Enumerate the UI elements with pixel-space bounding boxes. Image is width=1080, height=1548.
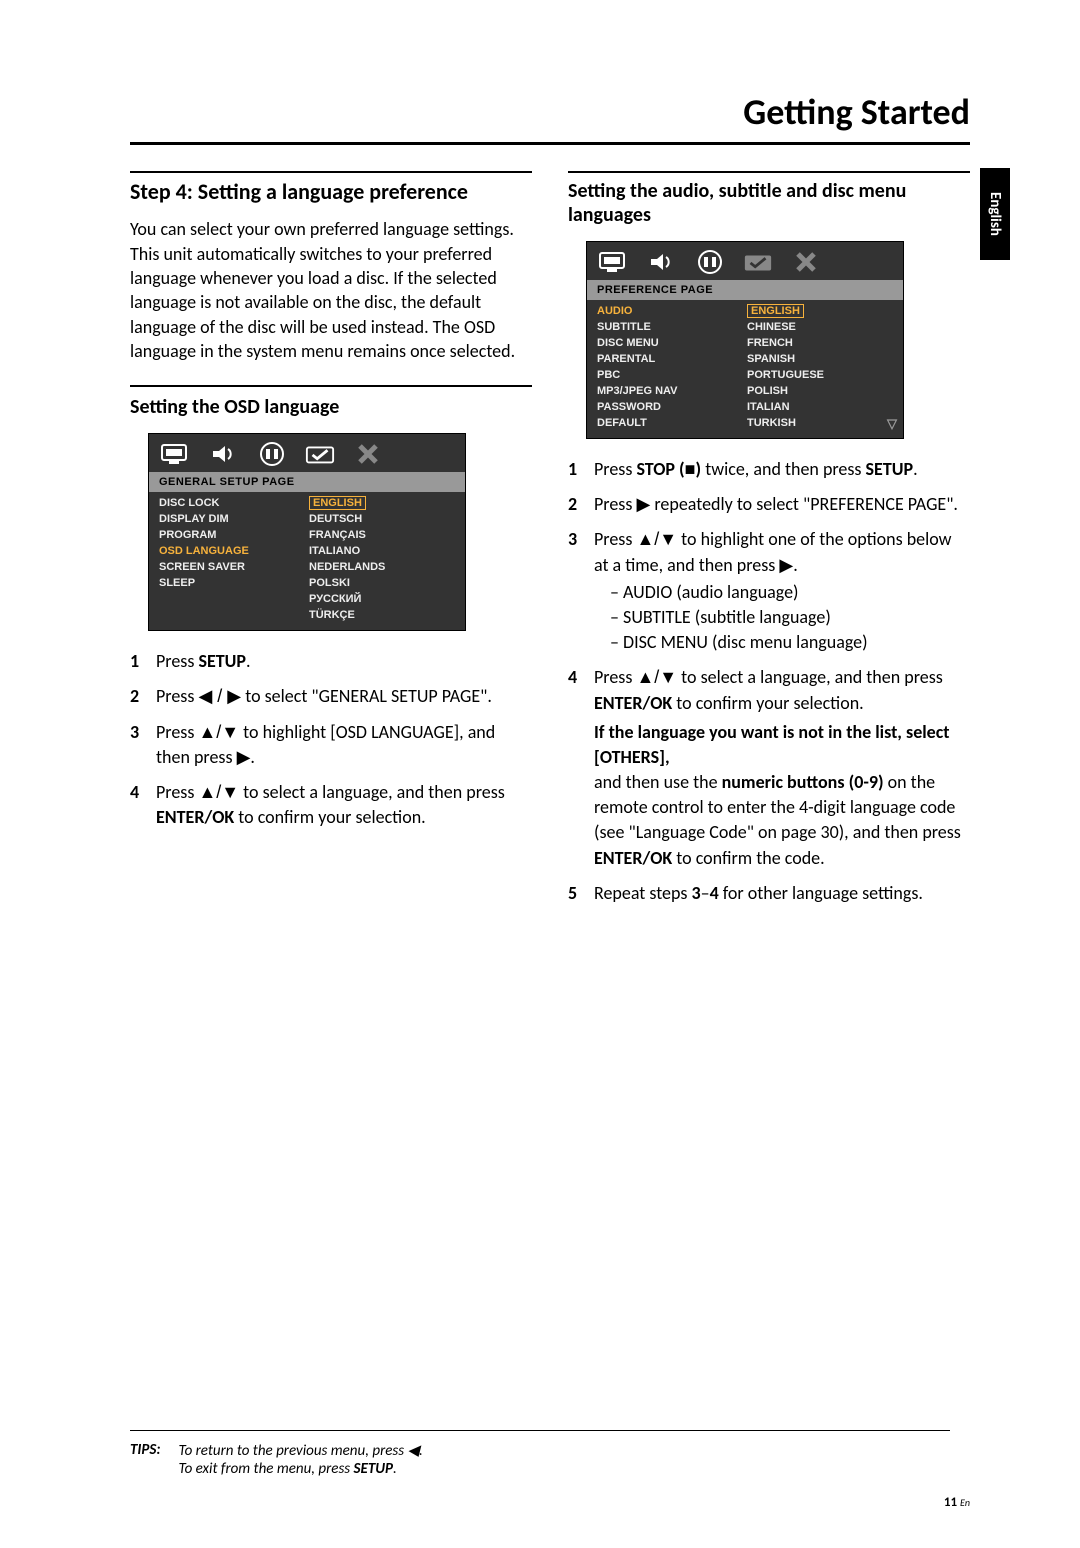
menu-option: POLISH xyxy=(747,384,893,398)
step-item: Repeat steps 3–4 for other language sett… xyxy=(568,881,970,906)
right-column: Setting the audio, subtitle and disc men… xyxy=(568,171,970,916)
osd-steps: Press SETUP. Press ◀ / ▶ to select "GENE… xyxy=(130,649,532,830)
menu-option: PBC xyxy=(597,368,747,382)
page-number: 11 En xyxy=(944,1495,970,1510)
menu-option: PROGRAM xyxy=(159,528,309,542)
speaker-icon xyxy=(209,442,239,466)
menu-option: PARENTAL xyxy=(597,352,747,366)
dolby-icon xyxy=(695,250,725,274)
menu-option: FRENCH xyxy=(747,336,893,350)
step-item: Press STOP (■) twice, and then press SET… xyxy=(568,457,970,482)
menu-left-list: DISC LOCK DISPLAY DIM PROGRAM OSD LANGUAGE S… xyxy=(159,496,309,622)
others-note: If the language you want is not in the l… xyxy=(594,720,970,871)
menu-option: POLSKI xyxy=(309,576,455,590)
menu-option: AUDIO xyxy=(597,304,747,318)
menu-option: PASSWORD xyxy=(597,400,747,414)
step-item: Press ▲/▼ to select a language, and then… xyxy=(568,665,970,871)
menu-option: DEUTSCH xyxy=(309,512,455,526)
menu-option: TURKISH xyxy=(747,416,893,430)
menu-option: ITALIANO xyxy=(309,544,455,558)
section-rule xyxy=(130,171,532,173)
menu-option: DISC LOCK xyxy=(159,496,309,510)
option-list: AUDIO (audio language)SUBTITLE (subtitle… xyxy=(610,580,970,656)
tips-body: To return to the previous menu, press ◀.… xyxy=(179,1441,423,1478)
tips-footer: TIPS: To return to the previous menu, pr… xyxy=(130,1430,950,1478)
menu-option: MP3/JPEG NAV xyxy=(597,384,747,398)
preference-icon xyxy=(305,442,335,466)
right-arrow-icon: ▶ xyxy=(779,555,793,575)
page-header: Getting Started xyxy=(130,90,970,142)
monitor-icon xyxy=(161,442,191,466)
speaker-icon xyxy=(647,250,677,274)
menu-option: TÜRKÇE xyxy=(309,608,455,622)
step-item: Press ▲/▼ to highlight [OSD LANGUAGE], a… xyxy=(130,720,532,770)
menu-title: GENERAL SETUP PAGE xyxy=(149,472,465,492)
option-list-item: DISC MENU (disc menu language) xyxy=(610,630,970,655)
menu-left-list: AUDIO SUBTITLE DISC MENU PARENTAL PBC MP3/JPE… xyxy=(597,304,747,430)
menu-option: DISC MENU xyxy=(597,336,747,350)
tips-label: TIPS: xyxy=(130,1441,161,1478)
menu-option: SLEEP xyxy=(159,576,309,590)
step-item: Press ▲/▼ to highlight one of the option… xyxy=(568,527,970,655)
menu-right-list: ENGLISH DEUTSCH FRANÇAIS ITALIANO NEDERLANDS… xyxy=(309,496,455,622)
up-down-arrow-icon: ▲/▼ xyxy=(636,529,677,549)
section-rule xyxy=(568,171,970,173)
monitor-icon xyxy=(599,250,629,274)
dolby-icon xyxy=(257,442,287,466)
up-down-arrow-icon: ▲/▼ xyxy=(636,667,677,687)
osd-heading: Setting the OSD language xyxy=(130,395,532,419)
menu-title: PREFERENCE PAGE xyxy=(587,280,903,300)
menu-option: FRANÇAIS xyxy=(309,528,455,542)
menu-icon-row xyxy=(587,242,903,280)
language-side-tab-label: English xyxy=(986,192,1004,236)
menu-option: NEDERLANDS xyxy=(309,560,455,574)
osd-menu-screenshot: GENERAL SETUP PAGE DISC LOCK DISPLAY DIM P… xyxy=(148,433,466,631)
scroll-down-arrow-icon: ▽ xyxy=(887,416,897,432)
option-list-item: SUBTITLE (subtitle language) xyxy=(610,605,970,630)
intro-paragraph: You can select your own preferred langua… xyxy=(130,217,532,363)
header-rule xyxy=(130,142,970,145)
up-down-arrow-icon: ▲/▼ xyxy=(198,782,239,802)
menu-option: DISPLAY DIM xyxy=(159,512,309,526)
step-item: Press ◀ / ▶ to select "GENERAL SETUP PAG… xyxy=(130,684,532,709)
step-item: Press ▶ repeatedly to select "PREFERENCE… xyxy=(568,492,970,517)
menu-option: PORTUGUESE xyxy=(747,368,893,382)
menu-option: ITALIAN xyxy=(747,400,893,414)
menu-option: OSD LANGUAGE xyxy=(159,544,309,558)
menu-option: ENGLISH xyxy=(309,496,366,510)
right-arrow-icon: ▶ xyxy=(636,494,650,514)
step-item: Press ▲/▼ to select a language, and then… xyxy=(130,780,532,830)
section-rule xyxy=(130,385,532,387)
audio-subtitle-heading: Setting the audio, subtitle and disc men… xyxy=(568,179,970,227)
option-list-item: AUDIO (audio language) xyxy=(610,580,970,605)
menu-option: CHINESE xyxy=(747,320,893,334)
menu-option: SCREEN SAVER xyxy=(159,560,309,574)
menu-option: DEFAULT xyxy=(597,416,747,430)
left-column: Step 4: Setting a language preference Yo… xyxy=(130,171,532,916)
step-item: Press SETUP. xyxy=(130,649,532,674)
right-arrow-icon: ▶ xyxy=(237,747,251,767)
audio-steps: Press STOP (■) twice, and then press SET… xyxy=(568,457,970,906)
preference-icon xyxy=(743,250,773,274)
left-arrow-icon: ◀ xyxy=(407,1442,419,1459)
left-right-arrow-icon: ◀ / ▶ xyxy=(198,686,241,706)
menu-option: SPANISH xyxy=(747,352,893,366)
step4-heading: Step 4: Setting a language preference xyxy=(130,179,532,205)
up-down-arrow-icon: ▲/▼ xyxy=(198,722,239,742)
menu-option: РУССКИЙ xyxy=(309,592,455,606)
menu-option: SUBTITLE xyxy=(597,320,747,334)
language-side-tab: English xyxy=(980,168,1010,260)
menu-icon-row xyxy=(149,434,465,472)
close-icon xyxy=(791,250,821,274)
menu-right-list: ENGLISH CHINESE FRENCH SPANISH PORTUGUESE POL… xyxy=(747,304,893,430)
preference-menu-screenshot: PREFERENCE PAGE AUDIO SUBTITLE DISC MENU PA… xyxy=(586,241,904,439)
stop-icon: ■ xyxy=(685,459,696,479)
close-icon xyxy=(353,442,383,466)
menu-option: ENGLISH xyxy=(747,304,804,318)
